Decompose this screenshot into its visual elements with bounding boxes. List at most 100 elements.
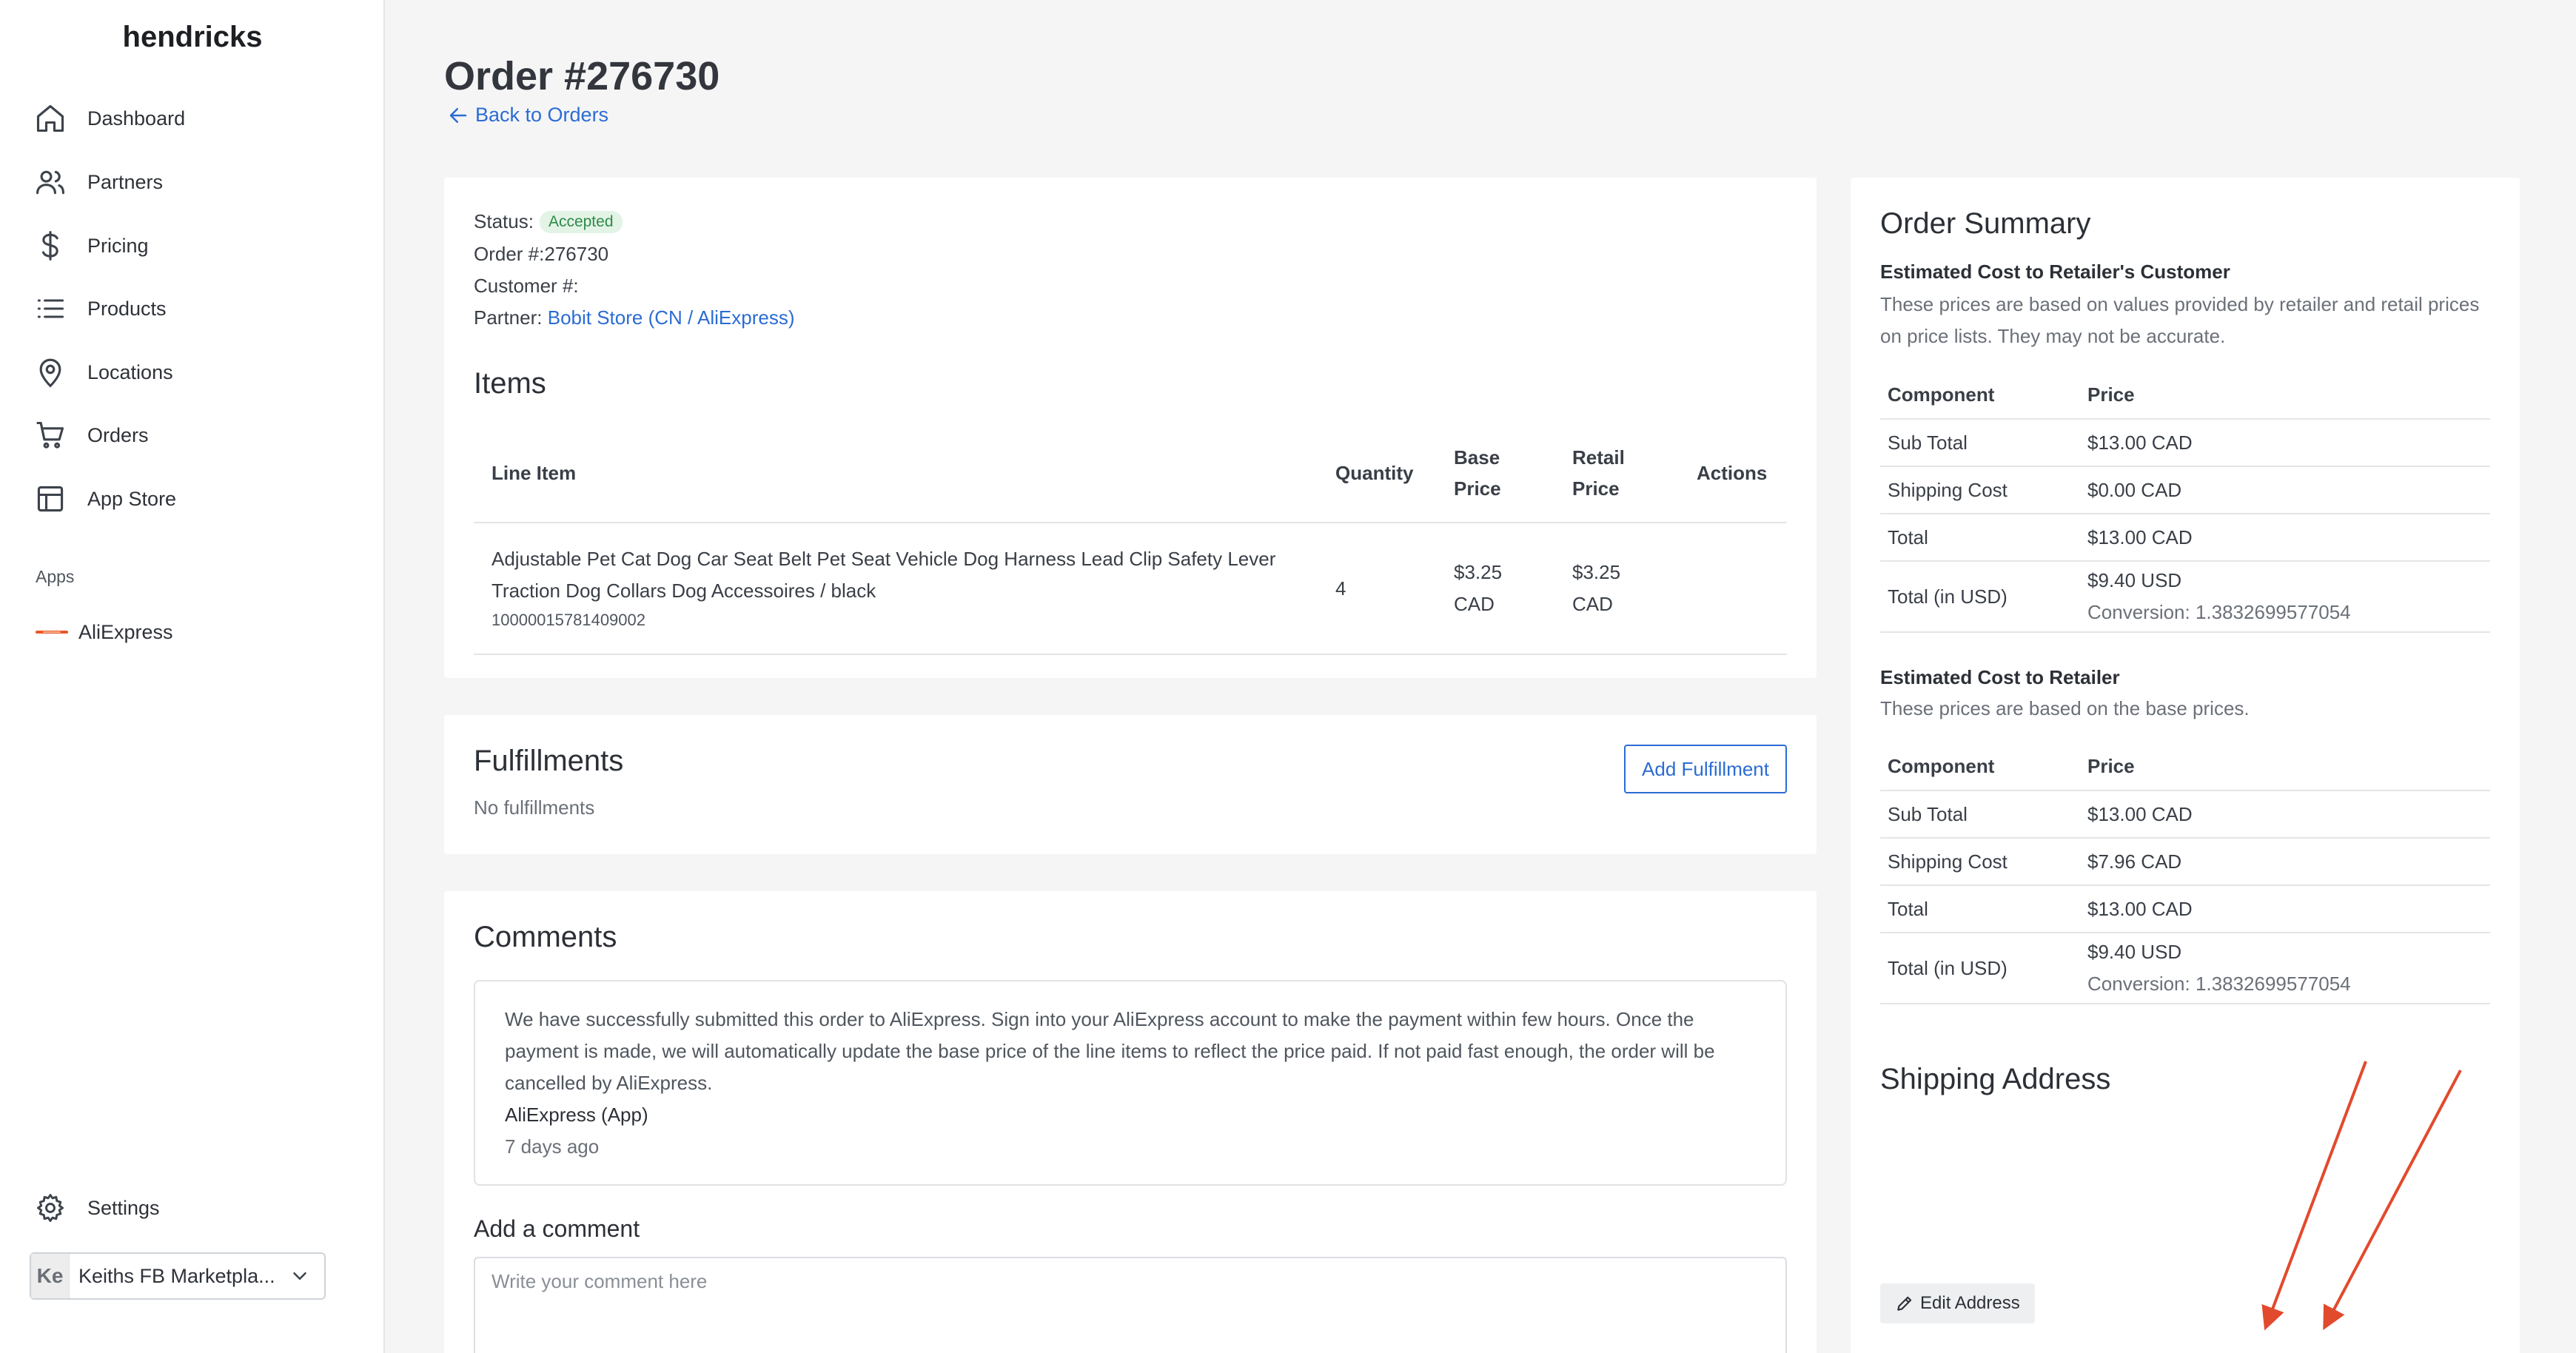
table-header-row: Line Item Quantity Base Price Retail Pri…: [474, 423, 1787, 523]
sidebar: hendricks Dashboard Partners Pricing Pro…: [0, 0, 385, 1353]
sidebar-item-dashboard[interactable]: Dashboard: [34, 98, 345, 139]
col-quantity: Quantity: [1318, 423, 1436, 523]
sidebar-item-label: Locations: [87, 360, 173, 383]
sidebar-item-pricing[interactable]: Pricing: [34, 225, 345, 266]
page-title: Order #276730: [444, 54, 720, 98]
sidebar-item-partners[interactable]: Partners: [34, 161, 345, 203]
users-icon: [34, 166, 67, 198]
customer-number: Customer #:: [474, 275, 579, 297]
back-to-orders-link[interactable]: Back to Orders: [447, 104, 608, 127]
sidebar-item-products[interactable]: Products: [34, 288, 345, 329]
comments-title: Comments: [474, 921, 617, 953]
usd-total: $9.40 USD: [2087, 941, 2182, 963]
status-label: Status:: [474, 210, 534, 232]
retailer-cost-description: These prices are based on the base price…: [1880, 697, 2250, 719]
edit-address-button[interactable]: Edit Address: [1880, 1283, 2035, 1323]
avatar: Ke: [31, 1254, 70, 1298]
customer-cost-description: These prices are based on values provide…: [1880, 293, 2480, 347]
cart-icon: [34, 419, 67, 451]
price-cell: $7.96 CAD: [2080, 838, 2490, 886]
table-row: Total $13.00 CAD: [1880, 514, 2490, 562]
quantity-cell: 4: [1318, 523, 1436, 655]
order-details-card: Status: Accepted Order #:276730 Customer …: [444, 178, 1817, 678]
sidebar-item-locations[interactable]: Locations: [34, 352, 345, 393]
items-title: Items: [474, 367, 546, 400]
col-component: Component: [1880, 372, 2080, 420]
partner-label: Partner:: [474, 306, 543, 329]
status-row: Status: Accepted: [474, 210, 623, 233]
conversion-rate: Conversion: 1.3832699577054: [2087, 973, 2351, 995]
price-cell: $9.40 USD Conversion: 1.3832699577054: [2080, 933, 2490, 1004]
comment-entry: We have successfully submitted this orde…: [474, 980, 1787, 1186]
arrow-left-icon: [447, 104, 469, 127]
col-price: Price: [2080, 372, 2490, 420]
order-number: Order #:276730: [474, 243, 609, 265]
actions-cell: [1679, 523, 1787, 655]
account-name: Keiths FB Marketpla...: [78, 1264, 275, 1287]
gear-icon: [34, 1192, 67, 1224]
partner-link[interactable]: Bobit Store (CN / AliExpress): [548, 306, 795, 329]
table-row: Shipping Cost $7.96 CAD: [1880, 838, 2490, 886]
customer-cost-heading: Estimated Cost to Retailer's Customer: [1880, 261, 2230, 283]
component-cell: Total (in USD): [1880, 933, 2080, 1004]
sidebar-item-label: Orders: [87, 423, 149, 446]
sidebar-item-aliexpress[interactable]: AliExpress: [36, 613, 173, 651]
layout-icon: [34, 483, 67, 515]
retailer-cost-table: Component Price Sub Total $13.00 CAD Shi…: [1880, 743, 2490, 1004]
comment-text: We have successfully submitted this orde…: [505, 1008, 1715, 1094]
edit-address-label: Edit Address: [1920, 1293, 2020, 1313]
price-cell: $13.00 CAD: [2080, 790, 2490, 839]
retailer-cost-heading: Estimated Cost to Retailer: [1880, 666, 2120, 688]
fulfillments-empty-text: No fulfillments: [474, 796, 595, 819]
items-table: Line Item Quantity Base Price Retail Pri…: [474, 423, 1787, 655]
col-component: Component: [1880, 743, 2080, 791]
dollar-icon: [34, 229, 67, 262]
base-price-cell: $3.25 CAD: [1436, 523, 1554, 655]
table-row: Total (in USD) $9.40 USD Conversion: 1.3…: [1880, 561, 2490, 633]
add-fulfillment-button[interactable]: Add Fulfillment: [1624, 745, 1787, 793]
price-cell: $13.00 CAD: [2080, 419, 2490, 467]
chevron-down-icon: [289, 1265, 311, 1287]
sidebar-item-label: Partners: [87, 170, 164, 193]
line-item-cell: Adjustable Pet Cat Dog Car Seat Belt Pet…: [474, 523, 1318, 655]
table-row: Adjustable Pet Cat Dog Car Seat Belt Pet…: [474, 523, 1787, 655]
sidebar-item-label: App Store: [87, 487, 177, 510]
col-retail-price: Retail Price: [1554, 423, 1679, 523]
order-summary-card: Order Summary Estimated Cost to Retailer…: [1851, 178, 2520, 1353]
comments-card: Comments We have successfully submitted …: [444, 891, 1817, 1353]
fulfillments-card: Fulfillments No fulfillments Add Fulfill…: [444, 715, 1817, 854]
col-actions: Actions: [1679, 423, 1787, 523]
back-link-label: Back to Orders: [475, 104, 609, 126]
partner-row: Partner: Bobit Store (CN / AliExpress): [474, 306, 795, 329]
shipping-address-title: Shipping Address: [1880, 1063, 2111, 1095]
add-comment-label: Add a comment: [474, 1215, 640, 1242]
line-item-sku: 10000015781409002: [492, 611, 646, 629]
sidebar-item-orders[interactable]: Orders: [34, 414, 345, 456]
table-row: Sub Total $13.00 CAD: [1880, 790, 2490, 839]
comment-time: 7 days ago: [505, 1135, 600, 1158]
comment-author: AliExpress (App): [505, 1104, 648, 1126]
table-row: Total (in USD) $9.40 USD Conversion: 1.3…: [1880, 933, 2490, 1004]
fulfillments-title: Fulfillments: [474, 745, 624, 777]
table-row: Total $13.00 CAD: [1880, 885, 2490, 933]
sidebar-item-label: Pricing: [87, 234, 149, 257]
component-cell: Sub Total: [1880, 790, 2080, 839]
aliexpress-logo-icon: [36, 627, 68, 637]
table-row: Shipping Cost $0.00 CAD: [1880, 466, 2490, 514]
line-item-name: Adjustable Pet Cat Dog Car Seat Belt Pet…: [492, 548, 1276, 602]
map-pin-icon: [34, 356, 67, 389]
account-switcher[interactable]: Ke Keiths FB Marketpla...: [30, 1252, 326, 1300]
price-cell: $13.00 CAD: [2080, 885, 2490, 933]
sidebar-item-settings[interactable]: Settings: [34, 1187, 345, 1229]
sidebar-item-app-store[interactable]: App Store: [34, 478, 345, 520]
col-base-price: Base Price: [1436, 423, 1554, 523]
customer-cost-table: Component Price Sub Total $13.00 CAD Shi…: [1880, 372, 2490, 633]
conversion-rate: Conversion: 1.3832699577054: [2087, 601, 2351, 623]
list-icon: [34, 292, 67, 325]
component-cell: Total: [1880, 885, 2080, 933]
comment-input[interactable]: [474, 1257, 1787, 1353]
component-cell: Sub Total: [1880, 419, 2080, 467]
table-header-row: Component Price: [1880, 743, 2490, 791]
col-price: Price: [2080, 743, 2490, 791]
price-cell: $13.00 CAD: [2080, 514, 2490, 562]
